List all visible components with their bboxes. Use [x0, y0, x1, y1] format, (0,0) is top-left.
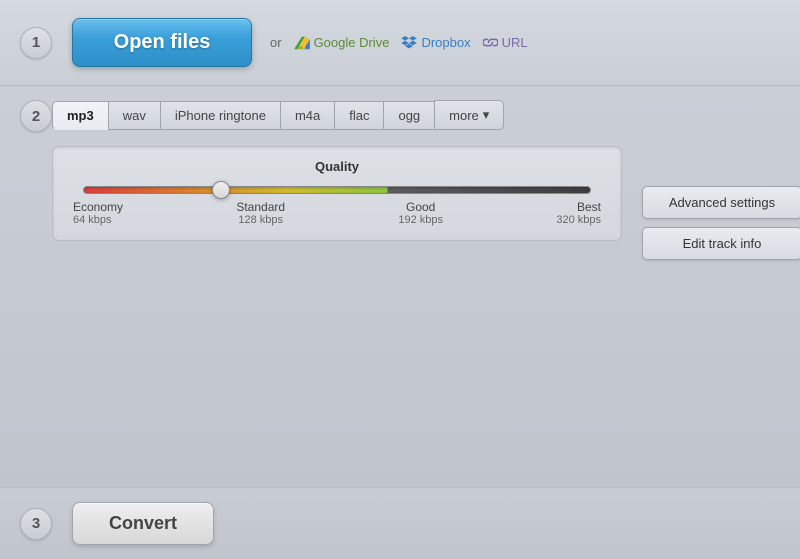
tab-more[interactable]: more ▾	[434, 100, 504, 130]
quality-label-standard: Standard 128 kbps	[236, 200, 285, 226]
quality-title: Quality	[73, 159, 601, 174]
section-2-inner: mp3 wav iPhone ringtone m4a flac ogg	[52, 100, 800, 260]
google-drive-icon	[294, 36, 310, 50]
step-2-circle: 2	[20, 100, 52, 132]
open-files-button[interactable]: Open files	[72, 18, 252, 67]
quality-slider-track[interactable]	[83, 186, 591, 194]
or-text: or	[270, 35, 282, 50]
quality-slider-thumb[interactable]	[212, 181, 230, 199]
tab-wav[interactable]: wav	[108, 101, 160, 130]
step-3-circle: 3	[20, 508, 52, 540]
convert-button[interactable]: Convert	[72, 502, 214, 545]
quality-container: Quality Economy 64 kbps Standard	[52, 146, 622, 241]
quality-label-good: Good 192 kbps	[398, 200, 443, 226]
tab-iphone-ringtone[interactable]: iPhone ringtone	[160, 101, 280, 130]
quality-label-best: Best 320 kbps	[556, 200, 601, 226]
dropbox-icon	[401, 36, 417, 50]
tab-flac[interactable]: flac	[334, 101, 383, 130]
section-2: 2 mp3 wav iPhone ringtone m4a flac	[0, 86, 800, 488]
format-tabs: mp3 wav iPhone ringtone m4a flac ogg	[52, 100, 800, 130]
tab-m4a[interactable]: m4a	[280, 101, 334, 130]
section-1: 1 Open files or Google Drive	[0, 0, 800, 86]
edit-track-info-button[interactable]: Edit track info	[642, 227, 800, 260]
tab-ogg[interactable]: ogg	[383, 101, 434, 130]
advanced-settings-button[interactable]: Advanced settings	[642, 186, 800, 219]
section-3: 3 Convert	[0, 488, 800, 559]
quality-label-economy: Economy 64 kbps	[73, 200, 123, 226]
right-panel: Advanced settings Edit track info	[642, 186, 800, 260]
url-link[interactable]: URL	[483, 35, 528, 50]
slider-labels: Economy 64 kbps Standard 128 kbps Good 1…	[73, 200, 601, 226]
step-1-circle: 1	[20, 27, 52, 59]
tab-mp3[interactable]: mp3	[52, 101, 108, 130]
google-drive-link[interactable]: Google Drive	[294, 35, 390, 50]
dropbox-link[interactable]: Dropbox	[401, 35, 470, 50]
link-icon	[483, 36, 498, 49]
quality-slider-track-container	[83, 186, 591, 194]
chevron-down-icon: ▾	[483, 107, 490, 123]
